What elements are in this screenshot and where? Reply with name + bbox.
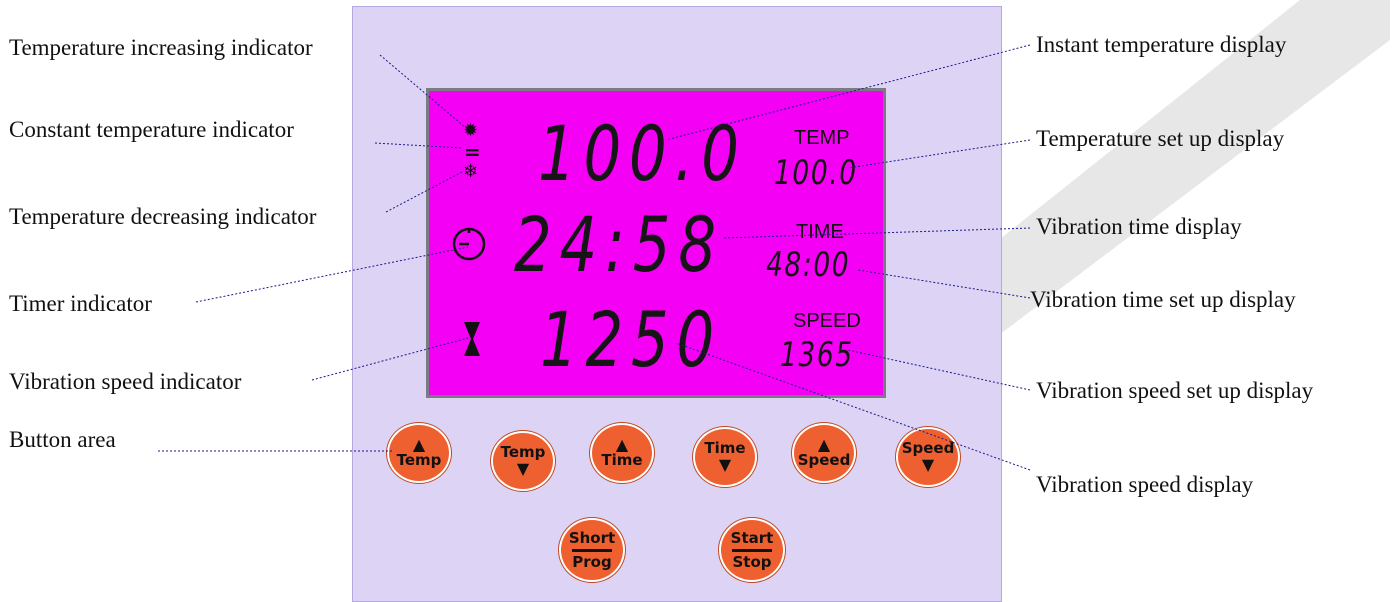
label-temp-increasing: Temperature increasing indicator [9,35,313,60]
label-vib-time-setup: Vibration time set up display [1030,287,1296,312]
label-button-area: Button area [9,427,116,452]
label-temp-decreasing: Temperature decreasing indicator [9,204,317,229]
label-vibration-speed-indicator: Vibration speed indicator [9,369,242,394]
label-vib-time: Vibration time display [1036,214,1242,239]
label-vib-speed: Vibration speed display [1036,472,1254,497]
label-vib-speed-setup: Vibration speed set up display [1036,378,1314,403]
label-timer: Timer indicator [9,291,152,316]
label-constant-temp: Constant temperature indicator [9,117,294,142]
label-temp-setup: Temperature set up display [1036,126,1285,151]
label-instant-temp: Instant temperature display [1036,32,1287,57]
